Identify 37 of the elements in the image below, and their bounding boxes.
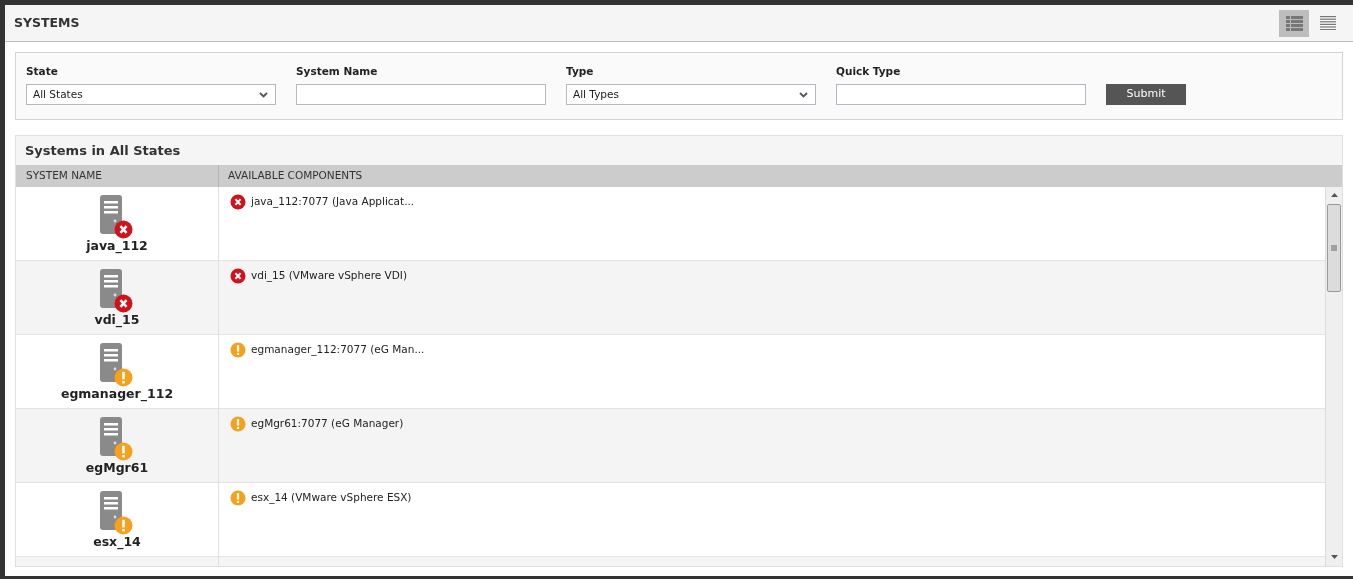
compact-list-icon — [1320, 16, 1336, 30]
list-view-icon — [1285, 15, 1303, 31]
detailed-view-button[interactable] — [1279, 9, 1309, 37]
input-field[interactable] — [296, 84, 546, 105]
chevron-down-icon — [259, 91, 268, 98]
field-label: Type — [566, 64, 595, 78]
component-link[interactable]: esx_14 (VMware vSphere ESX) — [251, 490, 412, 506]
input-field[interactable] — [836, 84, 1086, 105]
field-label: System Name — [296, 64, 379, 78]
component-link[interactable]: vdi_15 (VMware vSphere VDI) — [251, 268, 407, 284]
dropdown[interactable]: All States — [26, 84, 276, 105]
system-name[interactable]: egMgr61 — [85, 459, 149, 478]
component-link[interactable]: java_112:7077 (Java Applicat... — [251, 194, 415, 210]
dropdown[interactable]: All Types — [566, 84, 816, 105]
field-label: Quick Type — [836, 64, 902, 78]
column-header: AVAILABLE COMPONENTS — [228, 168, 363, 184]
server-icon — [100, 343, 122, 382]
server-icon — [100, 491, 122, 530]
chevron-down-icon — [799, 91, 808, 98]
scrollbar-thumb[interactable] — [1327, 204, 1341, 292]
system-name[interactable]: egmanager_112 — [60, 385, 174, 404]
server-icon — [100, 269, 122, 308]
column-header: SYSTEM NAME — [26, 168, 102, 184]
scrollbar[interactable] — [1325, 187, 1342, 566]
server-icon — [100, 417, 122, 456]
system-name[interactable]: java_112 — [86, 237, 148, 256]
scroll-up-icon[interactable] — [1330, 193, 1338, 197]
field-label: State — [26, 64, 59, 78]
submit-button[interactable]: Submit — [1106, 84, 1186, 105]
system-name[interactable]: esx_14 — [93, 533, 141, 552]
server-icon — [100, 195, 122, 234]
page-title: SYSTEMS — [14, 13, 80, 32]
component-link[interactable]: egmanager_112:7077 (eG Man... — [251, 342, 425, 358]
system-name[interactable]: vdi_15 — [94, 311, 140, 330]
component-link[interactable]: egMgr61:7077 (eG Manager) — [251, 416, 404, 432]
panel-title: Systems in All States — [25, 141, 181, 160]
scroll-down-icon[interactable] — [1330, 555, 1338, 559]
